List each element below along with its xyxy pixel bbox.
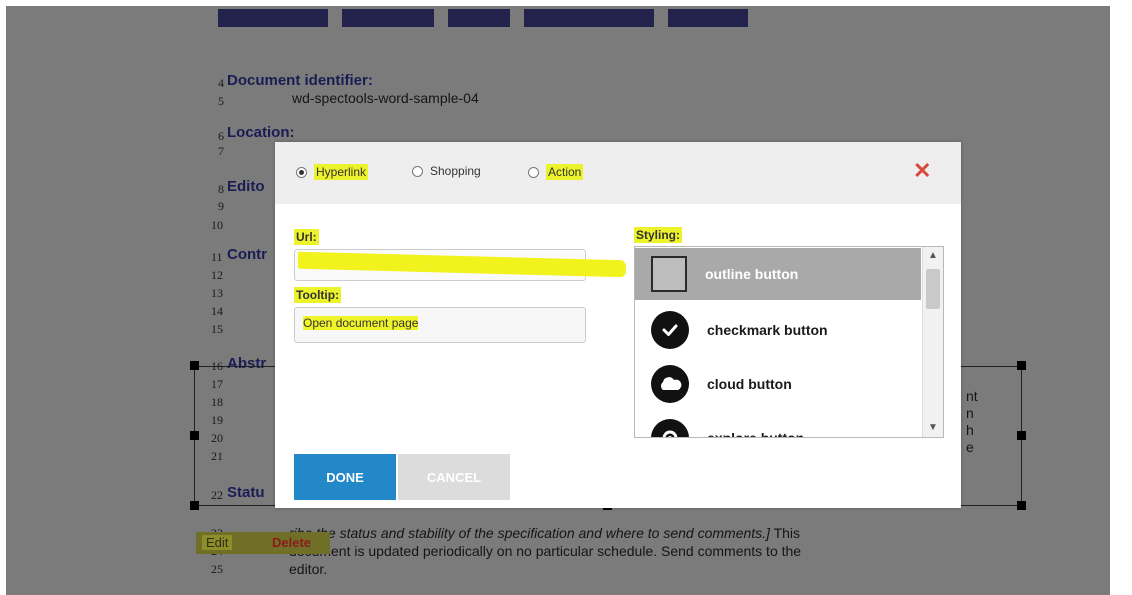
styling-label-text: Styling: (634, 227, 682, 243)
dialog-header: Hyperlink Shopping Action ✕ (275, 142, 961, 204)
line-number: 6 (218, 129, 224, 143)
scroll-up-arrow-icon[interactable]: ▲ (923, 247, 943, 265)
line-number: 12 (211, 268, 223, 282)
close-x-icon[interactable]: ✕ (913, 160, 931, 182)
line-number: 15 (211, 322, 223, 336)
resize-handle-right[interactable] (1017, 431, 1026, 440)
resize-handle-left[interactable] (190, 431, 199, 440)
radio-action[interactable]: Action (528, 164, 584, 180)
status-line2: document is updated periodically on no p… (289, 543, 802, 559)
scroll-down-arrow-icon[interactable]: ▼ (923, 419, 943, 437)
cancel-button[interactable]: CANCEL (398, 454, 510, 500)
outline-square-icon (651, 256, 687, 292)
doc-identifier-value: wd-spectools-word-sample-04 (292, 90, 479, 106)
styling-listbox[interactable]: outline button checkmark button cloud bu… (634, 246, 944, 438)
radio-label-hyperlink: Hyperlink (314, 164, 369, 180)
style-option-label: cloud button (707, 376, 792, 392)
line-number: 25 (211, 562, 223, 576)
edit-button[interactable]: Edit (202, 535, 233, 550)
url-label: Url: (294, 229, 319, 245)
link-dialog: Hyperlink Shopping Action ✕ Url: Tooltip… (275, 142, 961, 508)
radio-button-icon[interactable] (296, 166, 307, 178)
line-number: 9 (218, 199, 224, 213)
tooltip-value: Open document page (303, 316, 419, 330)
tooltip-input[interactable]: Open document page (294, 307, 586, 343)
line-number: 7 (218, 144, 224, 158)
line-number: 5 (218, 94, 224, 108)
radio-label-action: Action (546, 164, 584, 180)
radio-shopping[interactable]: Shopping (412, 164, 481, 178)
status-line3: editor. (289, 561, 328, 577)
document-heading-clipped (218, 0, 758, 41)
styling-label: Styling: (634, 227, 682, 243)
location-label: Location: (227, 124, 295, 141)
radio-label-shopping: Shopping (430, 164, 481, 178)
line-number: 4 (218, 76, 224, 90)
line-number: 14 (211, 304, 223, 318)
radio-button-icon[interactable] (528, 166, 539, 178)
scroll-thumb[interactable] (926, 269, 940, 309)
frame-top-border (0, 0, 1132, 6)
checkmark-icon (651, 311, 689, 349)
contributors-label: Contr (227, 246, 267, 263)
screen: 4 Document identifier: 5 wd-spectools-wo… (0, 0, 1132, 595)
status-line1-italic: ribe the status and stability of the spe… (289, 525, 770, 541)
line-number: 10 (211, 218, 223, 232)
line-number: 8 (218, 182, 224, 196)
line-number: 13 (211, 286, 223, 300)
style-option-checkmark[interactable]: checkmark button (635, 304, 921, 356)
frame-left-border (0, 0, 6, 595)
tooltip-label-text: Tooltip: (294, 287, 342, 303)
listbox-scrollbar[interactable]: ▲ ▼ (922, 247, 943, 437)
status-paragraph: ribe the status and stability of the spe… (289, 524, 801, 578)
url-label-text: Url: (294, 229, 319, 245)
style-option-label: explore button (707, 430, 805, 438)
resize-handle-top-right[interactable] (1017, 361, 1026, 370)
radio-button-icon[interactable] (412, 165, 423, 177)
radio-hyperlink[interactable]: Hyperlink (296, 164, 369, 180)
style-option-outline[interactable]: outline button (635, 248, 921, 300)
editor-label: Edito (227, 178, 265, 195)
style-option-cloud[interactable]: cloud button (635, 358, 921, 410)
status-line1-suffix: This (769, 525, 801, 541)
edit-toolbar: Edit Delete (196, 532, 330, 554)
cloud-icon (651, 365, 689, 403)
frame-right-border (1110, 0, 1132, 595)
explore-icon (651, 419, 689, 437)
style-option-label: checkmark button (707, 322, 828, 338)
done-button[interactable]: DONE (294, 454, 396, 500)
line-number: 11 (211, 250, 223, 264)
tooltip-label: Tooltip: (294, 287, 342, 303)
resize-handle-bottom-right[interactable] (1017, 501, 1026, 510)
resize-handle-bottom-left[interactable] (190, 501, 199, 510)
style-option-explore[interactable]: explore button (635, 412, 921, 438)
style-option-label: outline button (705, 266, 799, 282)
delete-button[interactable]: Delete (272, 535, 311, 550)
doc-identifier-label: Document identifier: (227, 72, 373, 89)
resize-handle-top-left[interactable] (190, 361, 199, 370)
